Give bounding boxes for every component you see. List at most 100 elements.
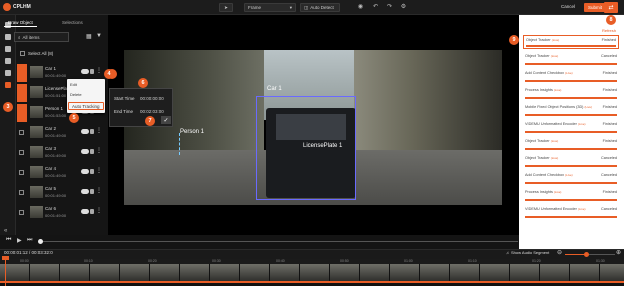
undo-icon[interactable]: ↶ xyxy=(372,4,379,11)
submit-button[interactable]: Submit xyxy=(584,3,607,12)
redo-icon[interactable]: ↷ xyxy=(386,4,393,11)
select-all[interactable]: Select All (8) xyxy=(20,51,53,56)
tab-selections[interactable]: Selections xyxy=(58,18,87,27)
row-checkbox[interactable] xyxy=(19,190,24,195)
zoom-handle[interactable] xyxy=(584,252,589,257)
row-checkbox[interactable] xyxy=(19,70,24,75)
auto-tracking-popup: Start Time 00:00:00:00 End Time 00:02:03… xyxy=(109,88,173,127)
scrub-handle[interactable] xyxy=(38,239,43,244)
row-checkbox[interactable] xyxy=(19,130,24,135)
job-status: Canceled xyxy=(600,54,617,58)
job-item[interactable]: VIDEMU Unformatted Encoder (Live) Finishe… xyxy=(523,120,619,134)
job-item[interactable]: Add Content Checkbox (Live) Canceled xyxy=(523,171,619,185)
lock-icon[interactable] xyxy=(90,69,94,74)
list-icon[interactable] xyxy=(5,46,11,52)
row-checkbox[interactable] xyxy=(19,150,24,155)
job-item[interactable]: VIDEMU Unformatted Encoder (Live) Cancele… xyxy=(523,205,619,219)
play-icon[interactable]: ▶ xyxy=(17,237,22,244)
step-back-icon[interactable]: ⏮ xyxy=(6,237,11,244)
lock-icon[interactable] xyxy=(90,209,94,214)
timeline-frame-thumbnail xyxy=(150,264,180,281)
end-time-field[interactable]: 00:02:03:00 xyxy=(140,109,164,114)
layers-icon[interactable] xyxy=(5,58,11,64)
scrub-track[interactable] xyxy=(40,241,518,242)
visibility-icon[interactable] xyxy=(81,209,89,214)
objects-icon[interactable] xyxy=(5,82,11,88)
row-checkbox[interactable] xyxy=(19,110,24,115)
timeline-tick: 01:20 xyxy=(532,259,541,263)
view-toggle-icon[interactable]: ▦ xyxy=(86,33,92,40)
job-progress xyxy=(525,182,617,184)
timeline-frame-thumbnail xyxy=(360,264,390,281)
job-item[interactable]: Process Insights (Live) Finished xyxy=(523,188,619,202)
object-row[interactable]: Car 2 00:01:49:00 ⋮ xyxy=(17,124,107,142)
menu-item-delete[interactable]: Delete xyxy=(70,92,82,97)
lock-icon[interactable] xyxy=(90,189,94,194)
auto-detect-button[interactable]: ◫ Auto Detect xyxy=(300,3,340,12)
lock-icon[interactable] xyxy=(90,169,94,174)
job-progress xyxy=(526,45,616,47)
step-forward-icon[interactable]: ⏭ xyxy=(27,237,32,244)
select-tool-button[interactable]: ➤ xyxy=(219,3,233,12)
job-item[interactable]: Object Tracker (Live) Canceled xyxy=(523,154,619,168)
mode-dropdown[interactable]: Frame ▾ xyxy=(244,3,296,12)
more-icon[interactable]: ⋮ xyxy=(96,67,102,74)
more-icon[interactable]: ⋮ xyxy=(96,207,102,214)
lock-icon[interactable] xyxy=(90,129,94,134)
job-item[interactable]: Process Insights (Live) Finished xyxy=(523,86,619,100)
video-frame[interactable]: Car 1 LicensePlate 1 Person 1 xyxy=(124,50,502,205)
timeline-frame-thumbnail xyxy=(210,264,240,281)
zoom-out-icon[interactable]: ⊖ xyxy=(557,249,562,256)
lock-icon[interactable] xyxy=(90,149,94,154)
more-icon[interactable]: ⋮ xyxy=(96,147,102,154)
tab-draw-object[interactable]: Draw Object xyxy=(4,18,37,27)
sidebar-toggle-button[interactable]: ⇄ xyxy=(604,2,618,13)
visibility-icon[interactable] xyxy=(81,189,89,194)
job-progress xyxy=(525,165,617,167)
row-checkbox[interactable] xyxy=(19,90,24,95)
timeline-frame-thumbnail xyxy=(390,264,420,281)
job-item[interactable]: Object Tracker (Live) Finished xyxy=(523,137,619,151)
audio-segment-label: Show Audio Segment xyxy=(511,250,550,255)
filter-icon[interactable]: ▼ xyxy=(96,33,102,39)
more-icon[interactable]: ⋮ xyxy=(96,187,102,194)
object-row[interactable]: Car 5 00:01:49:00 ⋮ xyxy=(17,184,107,202)
zoom-in-icon[interactable]: ⊕ xyxy=(616,249,621,256)
job-item[interactable]: Object Tracker (Live) Canceled xyxy=(523,52,619,66)
start-time-field[interactable]: 00:00:00:00 xyxy=(140,96,164,101)
callout-4: 4 xyxy=(104,69,114,79)
job-item[interactable]: Object Tracker (Live) Finished xyxy=(523,35,619,49)
menu-item-auto-tracking[interactable]: Auto Tracking xyxy=(68,102,104,110)
cancel-button[interactable]: Cancel xyxy=(561,4,575,9)
menu-item-edit[interactable]: Edit xyxy=(70,82,77,87)
eye-icon[interactable]: ◉ xyxy=(357,4,364,11)
document-icon[interactable] xyxy=(5,34,11,40)
job-item[interactable]: Add Content Checkbox (Live) Finished xyxy=(523,69,619,83)
search-input[interactable]: ⌕ All items xyxy=(14,32,69,42)
gear-icon[interactable]: ⚙ xyxy=(400,4,407,11)
visibility-icon[interactable] xyxy=(81,149,89,154)
object-row[interactable]: Car 4 00:01:49:00 ⋮ xyxy=(17,164,107,182)
visibility-icon[interactable] xyxy=(81,69,89,74)
more-icon[interactable]: ⋮ xyxy=(96,167,102,174)
tag-icon[interactable] xyxy=(5,70,11,76)
more-icon[interactable]: ⋮ xyxy=(96,127,102,134)
row-checkbox[interactable] xyxy=(19,170,24,175)
job-progress xyxy=(525,148,617,150)
object-row[interactable]: Car 3 00:01:49:00 ⋮ xyxy=(17,144,107,162)
select-all-checkbox[interactable] xyxy=(20,51,25,56)
row-checkbox[interactable] xyxy=(19,210,24,215)
visibility-icon[interactable] xyxy=(81,169,89,174)
job-name: Add Content Checkbox (Live) xyxy=(525,173,573,177)
show-audio-segment-toggle[interactable]: ♫ Show Audio Segment xyxy=(506,250,549,255)
confirm-button[interactable]: ✓ xyxy=(161,116,171,124)
callout-8: 8 xyxy=(606,15,616,25)
visibility-icon[interactable] xyxy=(81,129,89,134)
job-item[interactable]: Mobile Fixed Object Positions (3D) (Live… xyxy=(523,103,619,117)
timeline-frame-thumbnail xyxy=(480,264,510,281)
collapse-icon[interactable]: « xyxy=(4,228,7,234)
object-row[interactable]: Car 6 00:01:49:00 ⋮ xyxy=(17,204,107,222)
refresh-link[interactable]: Refresh xyxy=(602,28,616,33)
playhead[interactable] xyxy=(5,257,6,286)
timeline-tick: 01:00 xyxy=(404,259,413,263)
